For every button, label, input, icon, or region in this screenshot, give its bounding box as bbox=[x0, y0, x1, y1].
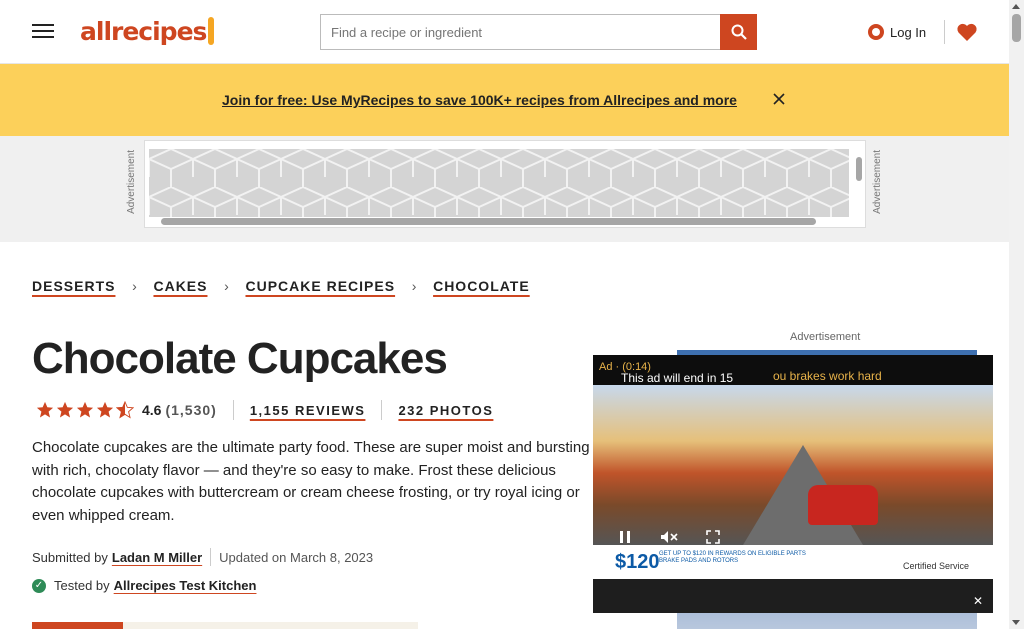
ad-headline: ou brakes work hard bbox=[773, 369, 882, 383]
saved-recipes-button[interactable] bbox=[955, 20, 979, 44]
star-half-icon-5[interactable] bbox=[116, 401, 134, 419]
tester-link[interactable]: Allrecipes Test Kitchen bbox=[114, 578, 257, 593]
search-icon bbox=[731, 24, 747, 40]
breadcrumb-chocolate[interactable]: CHOCOLATE bbox=[433, 278, 530, 294]
pause-icon[interactable] bbox=[607, 525, 643, 549]
search-input[interactable] bbox=[320, 14, 720, 50]
chevron-right-icon: › bbox=[224, 278, 229, 294]
ad-horizontal-scrollbar[interactable] bbox=[151, 217, 851, 225]
verified-check-icon: ✓ bbox=[32, 578, 46, 593]
scroll-down-arrow-icon[interactable] bbox=[1012, 620, 1020, 625]
star-icon-3[interactable] bbox=[76, 401, 94, 419]
star-icon-4[interactable] bbox=[96, 401, 114, 419]
photos-link[interactable]: 232 PHOTOS bbox=[398, 403, 493, 418]
breadcrumb: DESSERTS › CAKES › CUPCAKE RECIPES › CHO… bbox=[32, 276, 530, 296]
reviews-link[interactable]: 1,155 REVIEWS bbox=[250, 403, 366, 418]
login-button[interactable]: Log In bbox=[868, 20, 926, 44]
submitted-divider bbox=[210, 548, 212, 566]
ad-end-countdown: This ad will end in 15 bbox=[621, 371, 734, 385]
breadcrumb-cakes[interactable]: CAKES bbox=[153, 278, 207, 294]
banner-close-icon[interactable] bbox=[771, 88, 787, 110]
updated-date: Updated on March 8, 2023 bbox=[219, 549, 374, 565]
reviews-divider bbox=[381, 400, 383, 420]
video-promo-strip: $120 GET UP TO $120 IN REWARDS ON ELIGIB… bbox=[593, 545, 993, 579]
chevron-right-icon: › bbox=[132, 278, 137, 294]
logo-spoon-icon bbox=[208, 17, 215, 45]
logo-text: allrecipes bbox=[80, 16, 207, 46]
header-divider bbox=[944, 20, 945, 44]
breadcrumb-desserts[interactable]: DESSERTS bbox=[32, 278, 115, 294]
submitted-prefix: Submitted by bbox=[32, 549, 108, 565]
search-bar bbox=[320, 14, 757, 50]
promo-brand: Certified Service bbox=[902, 561, 969, 571]
submitted-by: Submitted by Ladan M Miller Updated on M… bbox=[32, 548, 373, 566]
login-label: Log In bbox=[890, 24, 927, 40]
chevron-right-icon: › bbox=[411, 278, 417, 294]
mute-icon[interactable] bbox=[651, 525, 687, 549]
promo-price: $120 bbox=[615, 551, 660, 573]
tested-by: ✓ Tested by Allrecipes Test Kitchen bbox=[32, 578, 256, 593]
star-icon-1[interactable] bbox=[36, 401, 54, 419]
rating-divider bbox=[232, 400, 234, 420]
star-icon-2[interactable] bbox=[56, 401, 74, 419]
search-button[interactable] bbox=[720, 14, 757, 50]
ad-vertical-scrollbar[interactable] bbox=[855, 145, 863, 217]
ad-label-right: Advertisement bbox=[872, 150, 883, 214]
recipe-toolbar bbox=[32, 622, 418, 629]
recipe-description: Chocolate cupcakes are the ultimate part… bbox=[32, 439, 590, 524]
video-frame-image bbox=[593, 385, 993, 545]
join-banner: Join for free: Use MyRecipes to save 100… bbox=[0, 64, 1009, 136]
heart-icon bbox=[957, 23, 977, 41]
allrecipes-logo[interactable]: allrecipes bbox=[80, 14, 215, 48]
recipe-title: Chocolate Cupcakes bbox=[32, 334, 448, 383]
right-ad-label: Advertisement bbox=[790, 331, 861, 343]
page-scrollbar[interactable] bbox=[1009, 0, 1024, 629]
rating-row: 4.6 (1,530) 1,155 REVIEWS 232 PHOTOS bbox=[36, 399, 493, 421]
rating-value: 4.6 bbox=[142, 402, 162, 418]
author-link[interactable]: Ladan M Miller bbox=[112, 550, 202, 565]
hamburger-menu-icon[interactable] bbox=[32, 20, 54, 42]
ad-label-left: Advertisement bbox=[126, 150, 137, 214]
join-banner-link[interactable]: Join for free: Use MyRecipes to save 100… bbox=[222, 92, 737, 108]
video-ad-player[interactable]: Ad · (0:14) This ad will end in 15 ou br… bbox=[593, 355, 993, 613]
save-button[interactable] bbox=[32, 622, 123, 629]
car-image bbox=[808, 485, 878, 525]
user-icon bbox=[868, 24, 884, 40]
tested-prefix: Tested by bbox=[54, 578, 110, 593]
scroll-up-arrow-icon[interactable] bbox=[1012, 4, 1020, 9]
video-close-icon[interactable]: ✕ bbox=[970, 594, 986, 608]
ad-pattern-image bbox=[149, 149, 849, 217]
rating-count: (1,530) bbox=[165, 402, 217, 418]
fullscreen-icon[interactable] bbox=[695, 525, 731, 549]
breadcrumb-cupcake-recipes[interactable]: CUPCAKE RECIPES bbox=[245, 278, 395, 294]
site-header: allrecipes Log In bbox=[0, 0, 1009, 64]
video-ad-topbar: Ad · (0:14) This ad will end in 15 ou br… bbox=[593, 355, 993, 385]
scrollbar-thumb[interactable] bbox=[1012, 14, 1021, 42]
promo-text: GET UP TO $120 IN REWARDS ON ELIGIBLE PA… bbox=[659, 551, 806, 564]
top-ad-frame[interactable] bbox=[144, 140, 866, 228]
